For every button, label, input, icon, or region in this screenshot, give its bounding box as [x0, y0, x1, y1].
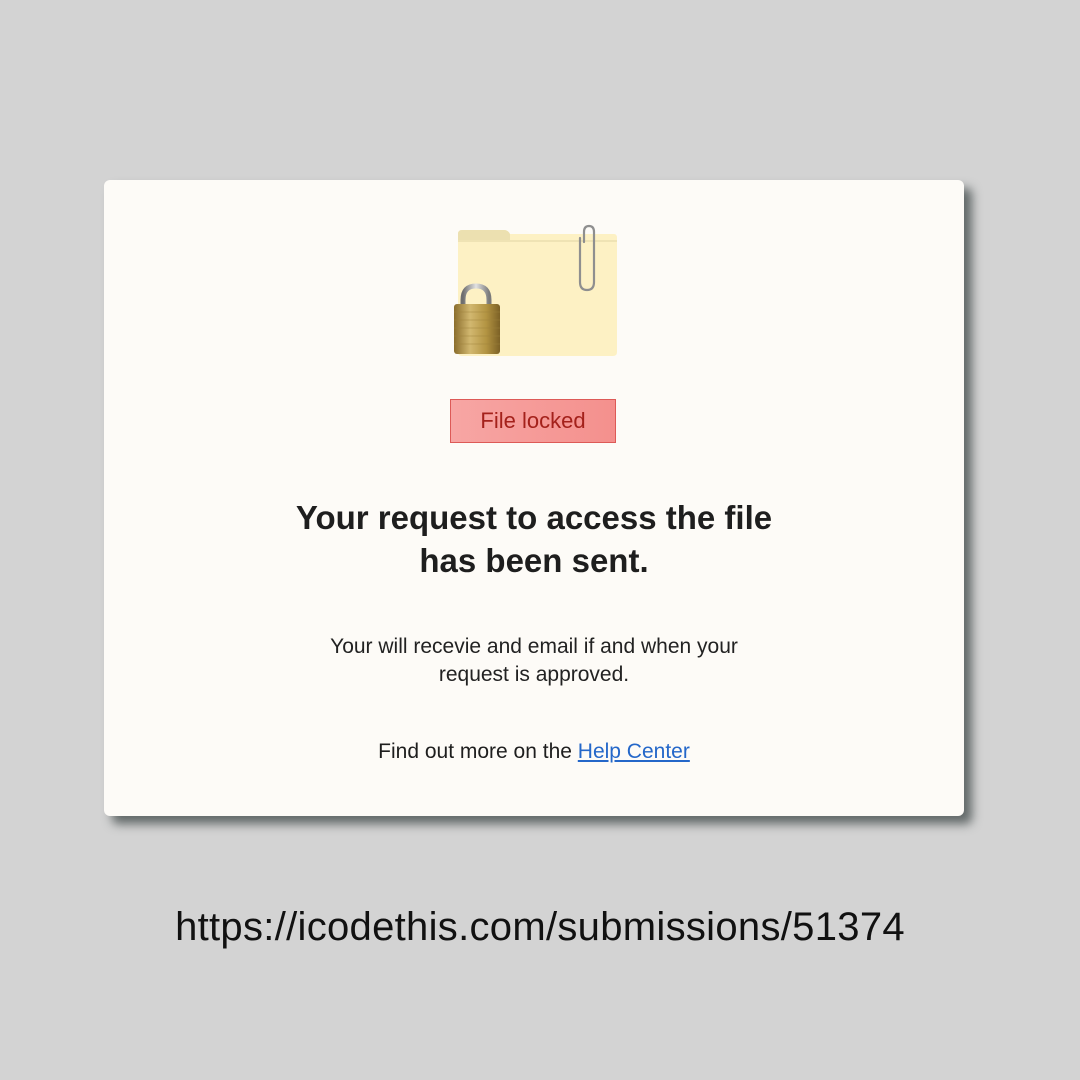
help-text: Find out more on the Help Center [104, 738, 964, 766]
description-line: Your will recevie and email if and when … [330, 635, 738, 658]
description-line: request is approved. [438, 663, 630, 686]
title-line: Your request to access the file [295, 499, 773, 536]
submission-url: https://icodethis.com/submissions/51374 [175, 905, 905, 949]
locked-folder-icon [454, 224, 617, 356]
help-prefix: Find out more on the [378, 740, 578, 763]
status-badge: File locked [450, 399, 616, 443]
page-title: Your request to access the file has been… [104, 496, 964, 582]
page: File locked Your request to access the f… [0, 0, 1080, 1080]
title-line: has been sent. [419, 542, 649, 579]
description-text: Your will recevie and email if and when … [104, 633, 964, 689]
help-center-link[interactable]: Help Center [578, 740, 690, 763]
